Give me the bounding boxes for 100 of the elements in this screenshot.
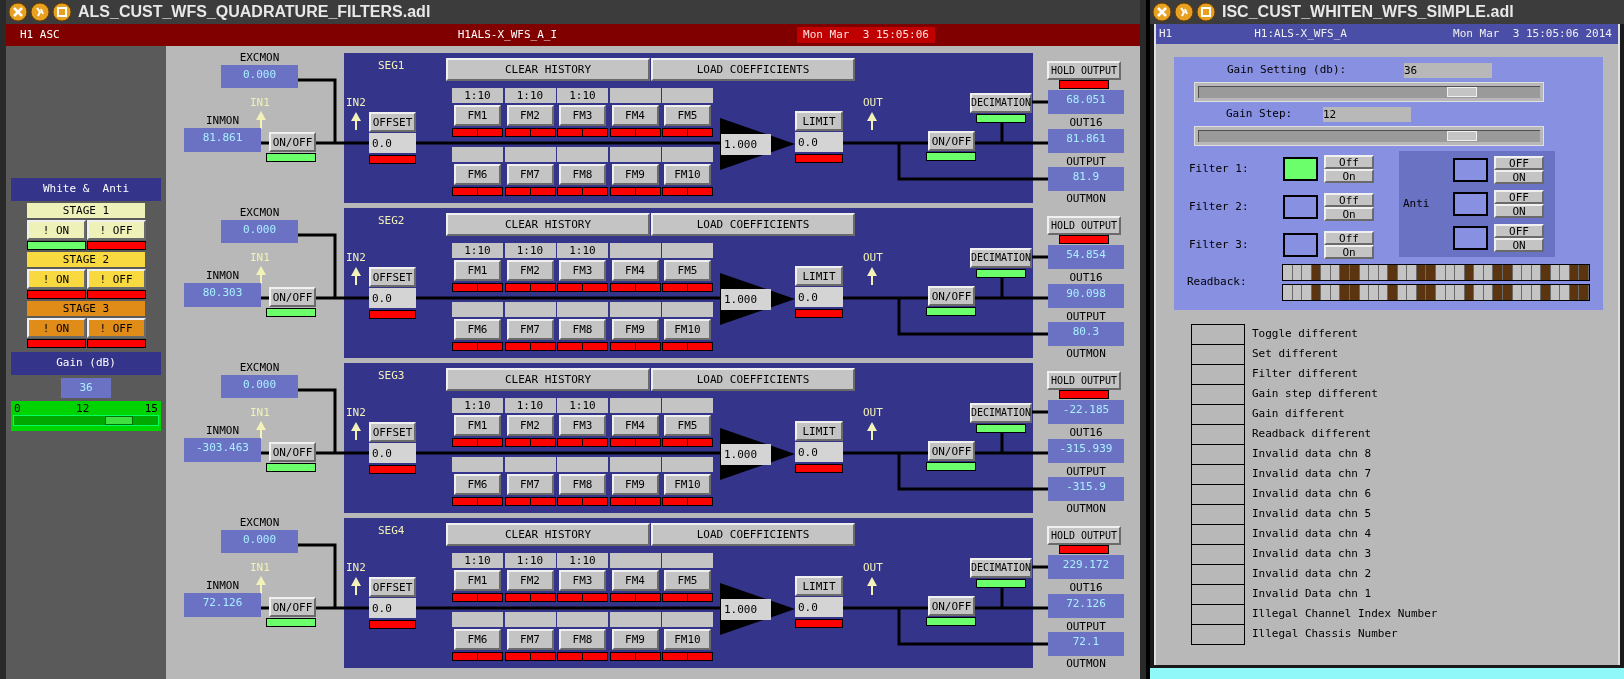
decimation-button[interactable]: DECIMATION: [970, 93, 1032, 113]
filter-module-button[interactable]: FM10: [664, 164, 711, 185]
limit-button[interactable]: LIMIT: [795, 576, 843, 596]
load-coefficients-button[interactable]: LOAD COEFFICIENTS: [651, 523, 855, 546]
filter-module-button[interactable]: FM4: [611, 415, 659, 436]
offset-field[interactable]: 0.0: [369, 598, 416, 618]
filter-module-button[interactable]: FM5: [664, 570, 711, 591]
gain-slider[interactable]: [1194, 82, 1544, 102]
limit-button[interactable]: LIMIT: [795, 266, 843, 286]
offset-button[interactable]: OFFSET: [369, 267, 416, 287]
filter-module-button[interactable]: FM10: [664, 629, 711, 650]
limit-field[interactable]: 0.0: [795, 132, 843, 152]
filter-module-button[interactable]: FM6: [454, 319, 501, 340]
stage-off-button[interactable]: ! OFF: [86, 269, 146, 289]
limit-field[interactable]: 0.0: [795, 287, 843, 307]
filter-module-button[interactable]: FM6: [454, 474, 501, 495]
off-button[interactable]: OFF: [1494, 224, 1544, 238]
filter-module-button[interactable]: FM4: [611, 260, 659, 281]
filter-module-button[interactable]: FM3: [559, 105, 606, 126]
stage-on-button[interactable]: ! ON: [26, 220, 86, 240]
limit-field[interactable]: 0.0: [795, 597, 843, 617]
filter-module-button[interactable]: FM6: [454, 629, 501, 650]
filter-module-button[interactable]: FM7: [506, 629, 554, 650]
filter-module-button[interactable]: FM7: [506, 474, 554, 495]
filter-module-button[interactable]: FM5: [664, 105, 711, 126]
window-menu-icon[interactable]: [30, 2, 50, 22]
filter-module-button[interactable]: FM4: [611, 105, 659, 126]
filter-module-button[interactable]: FM1: [454, 415, 501, 436]
on-button[interactable]: ON: [1494, 238, 1544, 252]
stage-off-button[interactable]: ! OFF: [86, 318, 146, 338]
offset-field[interactable]: 0.0: [369, 443, 416, 463]
filter-module-button[interactable]: FM3: [559, 570, 606, 591]
filter-module-button[interactable]: FM1: [454, 260, 501, 281]
filter-module-button[interactable]: FM9: [611, 629, 659, 650]
gain-slider[interactable]: [1194, 126, 1544, 146]
filter-module-button[interactable]: FM2: [506, 415, 554, 436]
maximize-icon[interactable]: [1196, 2, 1216, 22]
input-switch-button[interactable]: ON/OFF: [269, 597, 316, 617]
off-button[interactable]: OFF: [1494, 190, 1544, 204]
slider-thumb[interactable]: [105, 416, 134, 425]
decimation-button[interactable]: DECIMATION: [970, 403, 1032, 423]
hold-output-button[interactable]: HOLD OUTPUT: [1047, 526, 1121, 545]
output-switch-button[interactable]: ON/OFF: [928, 596, 975, 616]
filter-module-button[interactable]: FM1: [454, 570, 501, 591]
clear-history-button[interactable]: CLEAR HISTORY: [446, 368, 650, 391]
limit-button[interactable]: LIMIT: [795, 421, 843, 441]
hold-output-button[interactable]: HOLD OUTPUT: [1047, 371, 1121, 390]
load-coefficients-button[interactable]: LOAD COEFFICIENTS: [651, 213, 855, 236]
input-switch-button[interactable]: ON/OFF: [269, 442, 316, 462]
filter-module-button[interactable]: FM1: [454, 105, 501, 126]
filter-module-button[interactable]: FM5: [664, 415, 711, 436]
on-button[interactable]: On: [1324, 245, 1374, 259]
filter-module-button[interactable]: FM3: [559, 415, 606, 436]
filter-module-button[interactable]: FM2: [506, 105, 554, 126]
output-switch-button[interactable]: ON/OFF: [928, 441, 975, 461]
load-coefficients-button[interactable]: LOAD COEFFICIENTS: [651, 58, 855, 81]
filter-module-button[interactable]: FM5: [664, 260, 711, 281]
on-button[interactable]: On: [1324, 207, 1374, 221]
filter-module-button[interactable]: FM10: [664, 474, 711, 495]
clear-history-button[interactable]: CLEAR HISTORY: [446, 523, 650, 546]
off-button[interactable]: Off: [1324, 231, 1374, 245]
gain-field[interactable]: 1.000: [721, 599, 771, 620]
offset-field[interactable]: 0.0: [369, 288, 416, 308]
gain-field[interactable]: 1.000: [721, 444, 771, 465]
output-switch-button[interactable]: ON/OFF: [928, 131, 975, 151]
on-button[interactable]: On: [1324, 169, 1374, 183]
stage-off-button[interactable]: ! OFF: [86, 220, 146, 240]
filter-module-button[interactable]: FM2: [506, 570, 554, 591]
filter-module-button[interactable]: FM2: [506, 260, 554, 281]
filter-module-button[interactable]: FM3: [559, 260, 606, 281]
load-coefficients-button[interactable]: LOAD COEFFICIENTS: [651, 368, 855, 391]
filter-module-button[interactable]: FM6: [454, 164, 501, 185]
filter-module-button[interactable]: FM7: [506, 164, 554, 185]
off-button[interactable]: Off: [1324, 155, 1374, 169]
close-icon[interactable]: [1152, 2, 1172, 22]
filter-module-button[interactable]: FM9: [611, 319, 659, 340]
gain-field[interactable]: 1.000: [721, 134, 771, 155]
offset-button[interactable]: OFFSET: [369, 577, 416, 597]
gain-field[interactable]: 1.000: [721, 289, 771, 310]
on-button[interactable]: ON: [1494, 204, 1544, 218]
on-button[interactable]: ON: [1494, 170, 1544, 184]
off-button[interactable]: OFF: [1494, 156, 1544, 170]
limit-button[interactable]: LIMIT: [795, 111, 843, 131]
filter-module-button[interactable]: FM9: [611, 474, 659, 495]
close-icon[interactable]: [8, 2, 28, 22]
clear-history-button[interactable]: CLEAR HISTORY: [446, 213, 650, 236]
input-switch-button[interactable]: ON/OFF: [269, 287, 316, 307]
filter-module-button[interactable]: FM9: [611, 164, 659, 185]
gain-slider[interactable]: 0 12 15: [11, 401, 161, 431]
output-switch-button[interactable]: ON/OFF: [928, 286, 975, 306]
window-menu-icon[interactable]: [1174, 2, 1194, 22]
input-switch-button[interactable]: ON/OFF: [269, 132, 316, 152]
stage-on-button[interactable]: ! ON: [26, 318, 86, 338]
gain-setting-field[interactable]: 36: [1404, 62, 1492, 78]
filter-module-button[interactable]: FM4: [611, 570, 659, 591]
off-button[interactable]: Off: [1324, 193, 1374, 207]
clear-history-button[interactable]: CLEAR HISTORY: [446, 58, 650, 81]
filter-module-button[interactable]: FM8: [559, 164, 606, 185]
filter-module-button[interactable]: FM8: [559, 319, 606, 340]
hold-output-button[interactable]: HOLD OUTPUT: [1047, 61, 1121, 80]
